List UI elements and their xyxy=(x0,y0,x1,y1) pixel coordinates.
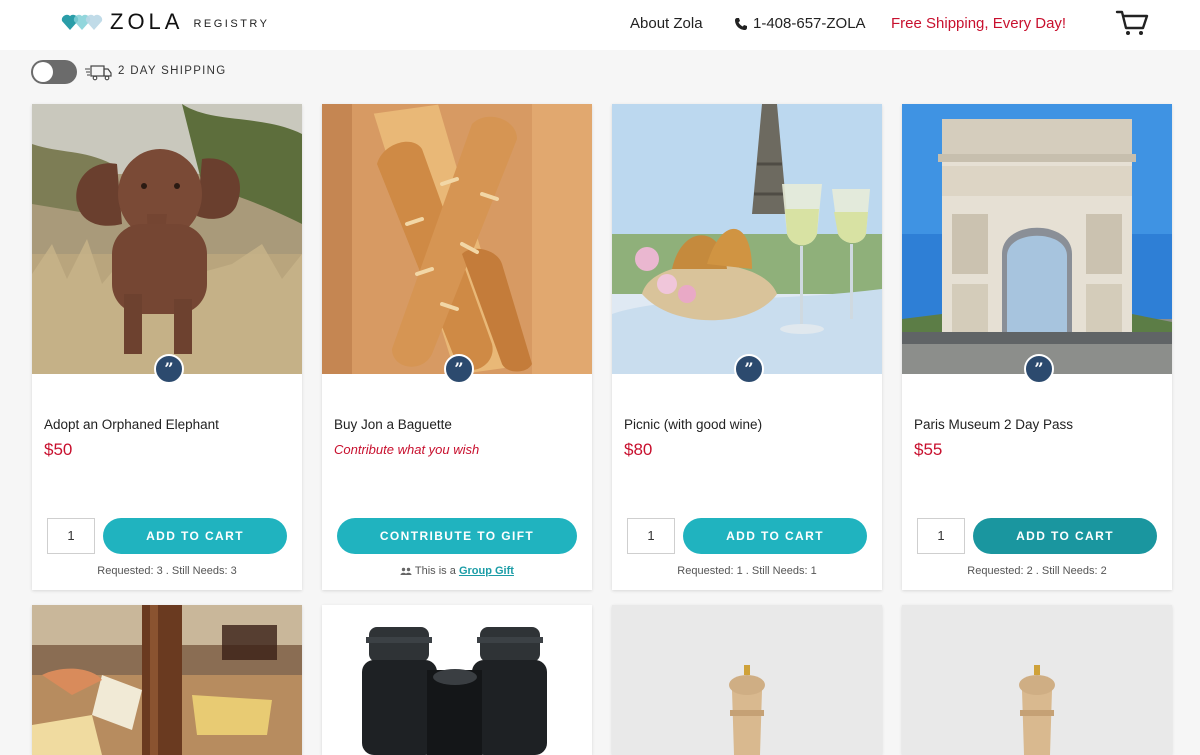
request-status: Requested: 1 . Still Needs: 1 xyxy=(612,565,882,577)
phone-number: 1-408-657-ZOLA xyxy=(753,15,866,32)
requested-count: Requested: 3 xyxy=(97,565,163,577)
group-gift-prefix: This is a xyxy=(414,565,456,577)
product-price: $80 xyxy=(624,440,653,459)
product-card-elephant[interactable]: ” Adopt an Orphaned Elephant $50 1 ADD T… xyxy=(32,104,302,590)
add-to-cart-button[interactable]: ADD TO CART xyxy=(103,518,287,554)
product-card-picnic[interactable]: ” Picnic (with good wine) $80 1 ADD TO C… xyxy=(612,104,882,590)
product-card-museum-pass[interactable]: ” Paris Museum 2 Day Pass $55 1 ADD TO C… xyxy=(902,104,1172,590)
toggle-knob xyxy=(33,62,53,82)
product-card-baguette[interactable]: ” Buy Jon a Baguette Contribute what you… xyxy=(322,104,592,590)
pepper-mill-photo[interactable] xyxy=(902,605,1172,755)
phone-icon xyxy=(735,17,747,30)
product-title[interactable]: Adopt an Orphaned Elephant xyxy=(44,417,219,432)
phone-link[interactable]: 1-408-657-ZOLA xyxy=(734,15,866,32)
requested-count: Requested: 2 xyxy=(967,565,1033,577)
cheese-board-photo[interactable] xyxy=(32,605,302,755)
product-title[interactable]: Picnic (with good wine) xyxy=(624,417,762,432)
elephant-photo[interactable] xyxy=(32,104,302,374)
arc-de-triomphe-photo[interactable] xyxy=(902,104,1172,374)
quantity-input[interactable]: 1 xyxy=(47,518,95,554)
quote-icon[interactable]: ” xyxy=(444,354,474,384)
product-title[interactable]: Paris Museum 2 Day Pass xyxy=(914,417,1073,432)
zola-logo[interactable]: ZOLA REGISTRY xyxy=(60,9,270,35)
product-card-pepper-mill-2[interactable] xyxy=(902,605,1172,755)
product-card-cheese-board[interactable] xyxy=(32,605,302,755)
picnic-photo[interactable] xyxy=(612,104,882,374)
still-needs-count: Still Needs: 3 xyxy=(171,565,237,577)
heart-logo-icon xyxy=(61,14,103,30)
quote-icon[interactable]: ” xyxy=(734,354,764,384)
quantity-input[interactable]: 1 xyxy=(917,518,965,554)
add-to-cart-button[interactable]: ADD TO CART xyxy=(973,518,1157,554)
free-shipping-promo[interactable]: Free Shipping, Every Day! xyxy=(891,15,1066,32)
group-gift-link[interactable]: Group Gift xyxy=(459,565,514,577)
about-zola-link[interactable]: About Zola xyxy=(630,15,703,32)
product-price: $50 xyxy=(44,440,73,459)
still-needs-count: Still Needs: 2 xyxy=(1041,565,1107,577)
still-needs-count: Still Needs: 1 xyxy=(751,565,817,577)
two-day-shipping-toggle[interactable] xyxy=(31,60,77,84)
quote-icon[interactable]: ” xyxy=(154,354,184,384)
logo-wordmark: ZOLA xyxy=(110,9,184,34)
baguette-photo[interactable] xyxy=(322,104,592,374)
logo-subtitle: REGISTRY xyxy=(193,18,270,30)
product-card-pepper-mill-1[interactable] xyxy=(612,605,882,755)
group-gift-note: This is a Group Gift xyxy=(322,565,592,577)
binoculars-photo[interactable] xyxy=(322,605,592,755)
contribute-note: Contribute what you wish xyxy=(334,442,480,457)
group-icon xyxy=(400,567,412,575)
product-title[interactable]: Buy Jon a Baguette xyxy=(334,417,452,432)
add-to-cart-button[interactable]: ADD TO CART xyxy=(683,518,867,554)
product-price: $55 xyxy=(914,440,943,459)
pepper-mill-photo[interactable] xyxy=(612,605,882,755)
cart-icon[interactable] xyxy=(1114,8,1150,38)
product-card-binoculars[interactable] xyxy=(322,605,592,755)
truck-icon xyxy=(85,65,112,81)
two-day-shipping-label: 2 DAY SHIPPING xyxy=(118,65,227,77)
quote-icon[interactable]: ” xyxy=(1024,354,1054,384)
requested-count: Requested: 1 xyxy=(677,565,743,577)
contribute-to-gift-button[interactable]: CONTRIBUTE TO GIFT xyxy=(337,518,577,554)
request-status: Requested: 2 . Still Needs: 2 xyxy=(902,565,1172,577)
site-header: ZOLA REGISTRY About Zola 1-408-657-ZOLA … xyxy=(0,0,1200,50)
request-status: Requested: 3 . Still Needs: 3 xyxy=(32,565,302,577)
quantity-input[interactable]: 1 xyxy=(627,518,675,554)
